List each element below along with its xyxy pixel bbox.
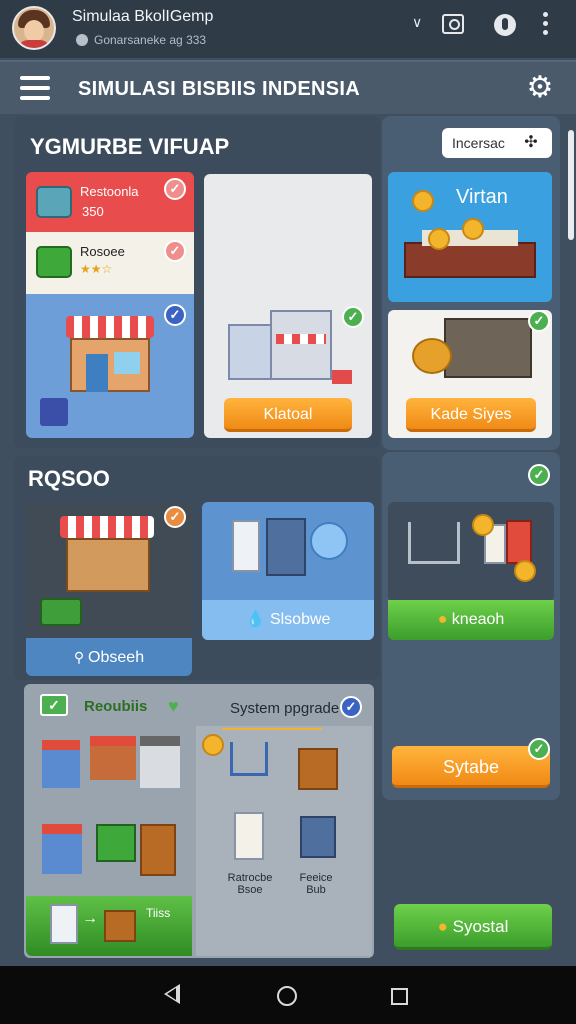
shop-building — [66, 538, 150, 592]
info-icon — [76, 34, 88, 46]
system-upgrade-panel — [196, 726, 372, 956]
section-title-middle: RQSOO — [28, 466, 110, 491]
store-awning — [276, 334, 326, 344]
app-header: SIMULASI BISBIIS INDENSIA ⚙ — [0, 60, 576, 114]
shop-icon — [42, 824, 82, 874]
shop-window — [114, 352, 140, 374]
status-bar: Simulaa BkolIGemp Gonarsaneke ag 333 ∨ — [0, 0, 576, 58]
hamburger-menu-icon[interactable] — [20, 76, 50, 100]
coin-icon — [412, 190, 434, 212]
coin-icon — [462, 218, 484, 240]
camera-icon[interactable] — [442, 14, 464, 34]
syostal-button[interactable]: ● Syostal — [394, 904, 552, 950]
check-icon[interactable]: ✓ — [528, 310, 550, 332]
page-title: SIMULASI BISBIIS INDENSIA — [78, 78, 360, 100]
check-icon[interactable]: ✓ — [528, 738, 550, 760]
crate-icon — [298, 748, 338, 790]
scrollbar[interactable] — [568, 130, 574, 240]
check-icon[interactable]: ✓ — [164, 240, 186, 262]
vehicle-icon — [40, 598, 82, 626]
app-name: Simulaa BkolIGemp — [72, 8, 214, 25]
upgrade-link-line — [222, 728, 322, 730]
shop-icon — [90, 736, 136, 780]
check-icon[interactable]: ✓ — [528, 464, 550, 486]
store-center — [270, 310, 332, 380]
item-price: 350 — [82, 204, 104, 219]
shop-icon — [42, 740, 80, 788]
coin-icon — [428, 228, 450, 250]
crate-icon — [104, 910, 136, 942]
coin-stack-icon — [412, 338, 452, 374]
cart-icon — [230, 742, 268, 776]
system-upgrade-label: System ppgrade — [230, 700, 340, 717]
machine-icon — [36, 186, 72, 218]
check-icon[interactable]: ✓ — [164, 506, 186, 528]
home-icon[interactable] — [277, 986, 297, 1006]
card-title: Virtan — [456, 186, 508, 208]
coin-icon — [514, 560, 536, 582]
server-rack-icon — [266, 518, 306, 576]
dispenser-icon — [232, 520, 260, 572]
features-label: Reoubiis — [84, 698, 148, 715]
cart-icon — [332, 370, 352, 384]
item-rating: ★★☆ — [80, 262, 113, 276]
section-title-top: YGMURBE VIFUAP — [30, 134, 230, 159]
kneaoh-button[interactable]: ● kneaoh — [388, 600, 554, 640]
gear-icon[interactable]: ⚙ — [524, 72, 556, 104]
search-icon[interactable]: ✣ — [522, 134, 540, 152]
globe-icon — [310, 522, 348, 560]
arrow-right-icon: → — [82, 910, 98, 927]
upgrade-right-label: Feeice Bub — [299, 872, 333, 896]
slsobwe-button[interactable]: 💧 Slsobwe — [202, 600, 374, 640]
market-stall — [404, 242, 536, 278]
item-name: Rosoee — [80, 244, 125, 259]
check-icon[interactable]: ✓ — [164, 304, 186, 326]
button-label: Obseeh — [88, 649, 145, 666]
product-box-icon — [506, 520, 532, 564]
heart-check-icon: ♥ — [168, 696, 179, 716]
back-icon[interactable] — [164, 984, 180, 1004]
check-icon[interactable]: ✓ — [342, 306, 364, 328]
coin-icon — [202, 734, 224, 756]
recent-apps-icon[interactable] — [391, 988, 408, 1005]
features-button-label: Tiiss — [146, 906, 171, 920]
kade-siyes-button[interactable]: Kade Siyes — [406, 398, 536, 432]
machine-icon — [300, 816, 336, 858]
more-vert-icon[interactable] — [543, 12, 549, 39]
check-icon[interactable]: ✓ — [164, 178, 186, 200]
crate-icon — [140, 824, 176, 876]
check-icon[interactable]: ✓ — [340, 696, 362, 718]
bag-icon — [234, 812, 264, 860]
button-label: Syostal — [452, 917, 509, 936]
button-label: kneaoh — [451, 611, 505, 628]
item-name: Restoonla — [80, 184, 139, 199]
shop-door — [86, 354, 108, 392]
features-action-button[interactable]: → — [26, 896, 192, 956]
button-label: Slsobwe — [269, 611, 331, 628]
sytabe-button[interactable]: Sytabe — [392, 746, 550, 788]
avatar[interactable] — [12, 6, 56, 50]
microphone-icon[interactable] — [494, 14, 516, 36]
register-icon — [40, 398, 68, 426]
chevron-down-icon[interactable]: ∨ — [412, 14, 422, 31]
shop-icon — [140, 736, 180, 788]
shopping-cart-icon — [408, 522, 460, 564]
crate-icon — [36, 246, 72, 278]
klatoal-button[interactable]: Klatoal — [224, 398, 352, 432]
shop-roof — [66, 316, 154, 338]
upgrade-left-label: Ratrocbe Bsoe — [227, 872, 273, 896]
features-check-icon[interactable]: ✓ — [40, 694, 68, 716]
warehouse — [444, 318, 532, 378]
obseeh-button[interactable]: ⚲ Obseeh — [26, 638, 192, 676]
shopping-cart-card[interactable] — [388, 502, 554, 602]
app-subtitle: Gonarsaneke ag 333 — [94, 33, 207, 47]
dispenser-icon — [50, 904, 78, 944]
shop-awning — [60, 516, 154, 538]
coin-icon — [472, 514, 494, 536]
shop-icon — [96, 824, 136, 862]
